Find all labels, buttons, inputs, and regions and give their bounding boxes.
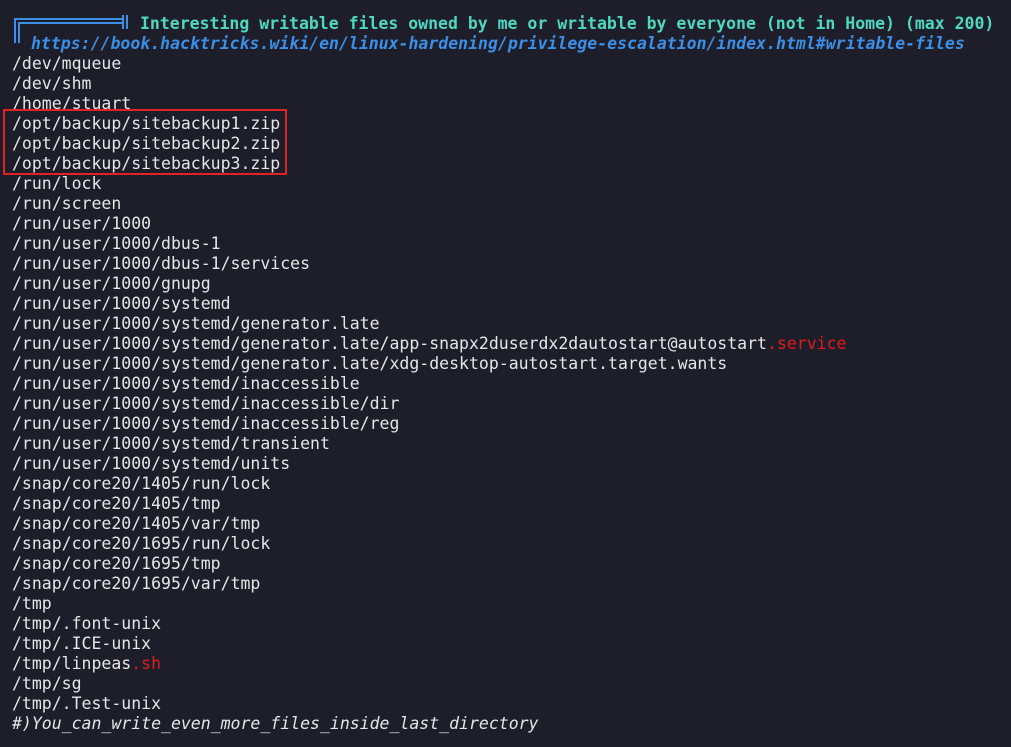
file-path-text: /tmp/sg xyxy=(12,674,82,693)
file-path-line: /snap/core20/1695/run/lock xyxy=(12,534,270,554)
file-path-text: /dev/mqueue xyxy=(12,54,122,73)
file-path-text: /tmp/.ICE-unix xyxy=(12,634,152,653)
file-path-text: /snap/core20/1405/tmp xyxy=(12,494,221,513)
file-path-text: /snap/core20/1695/run/lock xyxy=(12,534,271,553)
annotation-highlight-box xyxy=(3,109,287,175)
file-path-line: /run/user/1000/gnupg xyxy=(12,274,211,294)
file-path-line: /run/user/1000/systemd/generator.late/xd… xyxy=(12,354,727,374)
file-path-line: /snap/core20/1405/var/tmp xyxy=(12,514,260,534)
file-path-line: /run/user/1000/systemd/transient xyxy=(12,434,330,454)
file-path-line: /tmp/.ICE-unix xyxy=(12,634,151,654)
file-path-line: /run/lock xyxy=(12,174,101,194)
file-path-text: /snap/core20/1405/var/tmp xyxy=(12,514,261,533)
file-path-text: /run/user/1000/systemd/generator.late/ap… xyxy=(12,334,767,353)
file-path-line: /tmp/.font-unix xyxy=(12,614,161,634)
file-path-text: /run/user/1000 xyxy=(12,214,152,233)
file-path-line: /snap/core20/1405/tmp xyxy=(12,494,221,514)
file-path-line: /snap/core20/1695/tmp xyxy=(12,554,221,574)
file-path-line: /tmp/linpeas.sh xyxy=(12,654,161,674)
file-extension-highlight: .service xyxy=(766,334,847,353)
file-path-line: /run/user/1000/systemd/inaccessible/reg xyxy=(12,414,399,434)
file-path-text: /run/user/1000/systemd xyxy=(12,294,231,313)
file-path-text: /snap/core20/1695/var/tmp xyxy=(12,574,261,593)
file-path-line: /run/user/1000/systemd/generator.late/ap… xyxy=(12,334,846,354)
file-path-text: /run/user/1000/systemd/generator.late/xd… xyxy=(12,354,728,373)
terminal-window[interactable]: Interesting writable files owned by me o… xyxy=(0,0,1011,747)
file-path-line: /tmp xyxy=(12,594,52,614)
file-path-line: /run/user/1000/systemd/inaccessible xyxy=(12,374,360,394)
file-path-line: /tmp/.Test-unix xyxy=(12,694,161,714)
file-path-text: /run/user/1000/systemd/inaccessible/dir xyxy=(12,394,400,413)
file-path-line: /run/user/1000/systemd xyxy=(12,294,231,314)
file-path-line: /tmp/sg xyxy=(12,674,82,694)
file-path-text: /snap/core20/1405/run/lock xyxy=(12,474,271,493)
file-path-text: /run/user/1000/dbus-1/services xyxy=(12,254,311,273)
file-path-line: /run/user/1000/systemd/units xyxy=(12,454,290,474)
file-path-line: /run/user/1000/dbus-1 xyxy=(12,234,221,254)
file-path-text: /dev/shm xyxy=(12,74,92,93)
file-path-text: /run/user/1000/systemd/generator.late xyxy=(12,314,380,333)
file-path-line: /dev/shm xyxy=(12,74,91,94)
file-path-line: /run/screen xyxy=(12,194,121,214)
file-path-line: /snap/core20/1695/var/tmp xyxy=(12,574,260,594)
section-title: Interesting writable files owned by me o… xyxy=(140,14,995,33)
reference-link[interactable]: https://book.hacktricks.wiki/en/linux-ha… xyxy=(31,34,965,54)
file-path-line: /run/user/1000/systemd/generator.late xyxy=(12,314,380,334)
file-path-line: /dev/mqueue xyxy=(12,54,121,74)
file-path-text: /tmp/linpeas xyxy=(12,654,132,673)
file-extension-highlight: .sh xyxy=(131,654,162,673)
file-path-line: /run/user/1000/dbus-1/services xyxy=(12,254,310,274)
file-path-text: /tmp/.font-unix xyxy=(12,614,162,633)
file-path-text: /run/screen xyxy=(12,194,122,213)
file-path-text: /run/user/1000/systemd/transient xyxy=(12,434,330,453)
file-path-text: /tmp xyxy=(12,594,52,613)
file-path-line: /snap/core20/1405/run/lock xyxy=(12,474,270,494)
file-path-line: /run/user/1000/systemd/inaccessible/dir xyxy=(12,394,399,414)
file-path-text: /run/user/1000/gnupg xyxy=(12,274,211,293)
file-path-line: /run/user/1000 xyxy=(12,214,151,234)
file-path-text: /run/user/1000/dbus-1 xyxy=(12,234,221,253)
footer-comment: #)You_can_write_even_more_files_inside_l… xyxy=(12,714,539,733)
file-path-text: /run/user/1000/systemd/inaccessible xyxy=(12,374,360,393)
file-path-text: /run/user/1000/systemd/units xyxy=(12,454,291,473)
file-path-text: /tmp/.Test-unix xyxy=(12,694,162,713)
file-path-text: /run/user/1000/systemd/inaccessible/reg xyxy=(12,414,400,433)
file-path-text: /snap/core20/1695/tmp xyxy=(12,554,221,573)
file-path-text: /run/lock xyxy=(12,174,102,193)
